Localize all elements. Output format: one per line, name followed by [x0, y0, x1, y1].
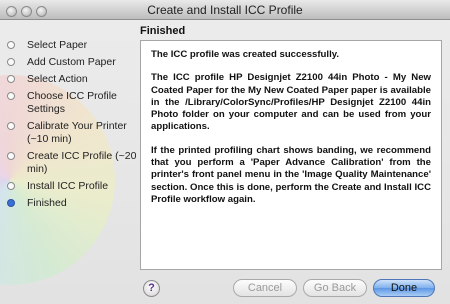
- step-finished: Finished: [0, 197, 138, 210]
- step-create-icc-profile: Create ICC Profile (~20 min): [0, 150, 138, 176]
- step-indicator-icon: [7, 41, 15, 49]
- steps-list: Select Paper Add Custom Paper Select Act…: [0, 39, 138, 210]
- step-label: Select Action: [27, 73, 88, 85]
- step-indicator-icon: [7, 152, 15, 160]
- cancel-button[interactable]: Cancel: [233, 279, 297, 297]
- pane-title: Finished: [140, 25, 186, 37]
- step-indicator-icon: [7, 75, 15, 83]
- step-label: Choose ICC Profile Settings: [27, 90, 117, 115]
- success-message: The ICC profile was created successfully…: [151, 49, 340, 60]
- step-select-paper: Select Paper: [0, 39, 138, 52]
- steps-sidebar: Select Paper Add Custom Paper Select Act…: [0, 20, 138, 304]
- step-install-icc-profile: Install ICC Profile: [0, 180, 138, 193]
- done-button[interactable]: Done: [373, 279, 435, 297]
- step-label: Install ICC Profile: [27, 180, 109, 192]
- step-label: Add Custom Paper: [27, 56, 116, 68]
- title-bar: Create and Install ICC Profile: [0, 0, 450, 20]
- step-select-action: Select Action: [0, 73, 138, 86]
- step-calibrate-printer: Calibrate Your Printer (~10 min): [0, 120, 138, 146]
- profile-location-message: The ICC profile HP Designjet Z2100 44in …: [151, 72, 431, 133]
- step-add-custom-paper: Add Custom Paper: [0, 56, 138, 69]
- help-button[interactable]: ?: [143, 280, 160, 297]
- go-back-button[interactable]: Go Back: [303, 279, 367, 297]
- step-label: Create ICC Profile (~20 min): [27, 150, 137, 175]
- step-label: Finished: [27, 197, 67, 209]
- message-panel: The ICC profile was created successfully…: [140, 40, 442, 270]
- step-indicator-icon: [7, 122, 15, 130]
- step-label: Calibrate Your Printer (~10 min): [27, 120, 127, 145]
- banding-advice-message: If the printed profiling chart shows ban…: [151, 144, 431, 205]
- step-indicator-icon: [7, 182, 15, 190]
- step-label: Select Paper: [27, 39, 88, 51]
- wizard-window: Create and Install ICC Profile Select Pa…: [0, 0, 450, 304]
- window-title: Create and Install ICC Profile: [147, 3, 303, 17]
- current-step-indicator-icon: [7, 199, 15, 207]
- step-indicator-icon: [7, 92, 15, 100]
- step-indicator-icon: [7, 58, 15, 66]
- step-choose-icc-profile-settings: Choose ICC Profile Settings: [0, 90, 138, 116]
